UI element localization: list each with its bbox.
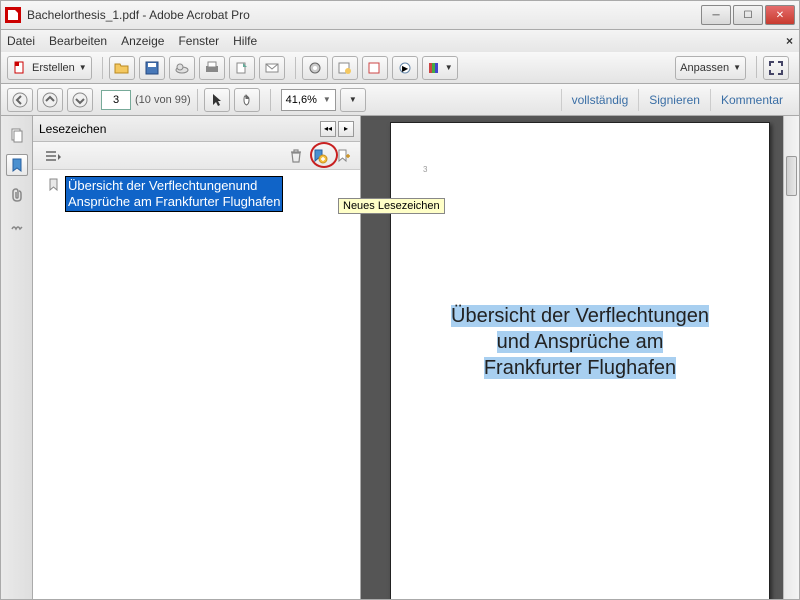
menu-hilfe[interactable]: Hilfe xyxy=(233,34,257,48)
bookmark-list: Neues Lesezeichen Übersicht der Verflech… xyxy=(33,170,360,599)
anpassen-label: Anpassen xyxy=(680,62,729,74)
tool-c-icon: ▶ xyxy=(397,60,413,76)
zoom-extra-button[interactable]: ▼ xyxy=(340,88,366,112)
close-button[interactable]: ✕ xyxy=(765,5,795,25)
share-button[interactable] xyxy=(229,56,255,80)
doc-title-l2: und Ansprüche am xyxy=(497,331,664,353)
printer-icon xyxy=(204,60,220,76)
toolbar-main: Erstellen ▼ ▶ ▼ Anpassen▼ xyxy=(0,52,800,84)
panel-prev-button[interactable]: ◂◂ xyxy=(320,121,336,137)
next-page-button[interactable] xyxy=(67,88,93,112)
share-icon xyxy=(234,60,250,76)
toolbar-nav: (10 von 99) 41,6% ▼ ▼ vollständig Signie… xyxy=(0,84,800,116)
menu-close-icon[interactable]: × xyxy=(786,34,793,48)
svg-text:▶: ▶ xyxy=(402,64,409,73)
create-label: Erstellen xyxy=(32,62,75,74)
anpassen-button[interactable]: Anpassen▼ xyxy=(675,56,746,80)
cloud-icon xyxy=(174,60,190,76)
page-input[interactable] xyxy=(101,90,131,110)
bookmark-extra-button[interactable] xyxy=(334,146,354,166)
cloud-button[interactable] xyxy=(169,56,195,80)
delete-bookmark-button[interactable] xyxy=(286,146,306,166)
menu-datei[interactable]: Datei xyxy=(7,34,35,48)
hand-icon xyxy=(239,92,255,108)
doc-title-l1: Übersicht der Verflechtungen xyxy=(451,305,709,327)
create-icon xyxy=(12,60,28,76)
arrow-down-icon xyxy=(72,92,88,108)
gear-button[interactable] xyxy=(302,56,328,80)
bookmark-text-line1: Übersicht der Verflechtungenund xyxy=(68,178,280,194)
rainbow-icon xyxy=(427,60,443,76)
zoom-value: 41,6% xyxy=(286,94,317,106)
bookmarks-panel: Lesezeichen ◂◂ ▸ Neues Lesezeichen Übers… xyxy=(33,116,361,599)
bookmark-item-icon xyxy=(47,178,61,192)
tool-b-icon xyxy=(367,60,383,76)
first-page-button[interactable] xyxy=(7,88,33,112)
tool-a-icon xyxy=(337,60,353,76)
nav-signatures-icon[interactable] xyxy=(6,214,28,236)
email-button[interactable] xyxy=(259,56,285,80)
nav-bookmarks-icon[interactable] xyxy=(6,154,28,176)
tool-c-button[interactable]: ▶ xyxy=(392,56,418,80)
panel-options-button[interactable] xyxy=(43,146,63,166)
window-title: Bachelorthesis_1.pdf - Adobe Acrobat Pro xyxy=(27,8,699,22)
page-number: 3 xyxy=(423,165,427,174)
kommentar-button[interactable]: Kommentar xyxy=(710,89,793,111)
tool-a-button[interactable] xyxy=(332,56,358,80)
arrow-first-icon xyxy=(12,92,28,108)
expand-icon xyxy=(768,60,784,76)
doc-title-l3: Frankfurter Flughafen xyxy=(484,357,676,379)
bookmark-extra-icon xyxy=(336,148,352,164)
bookmark-add-icon xyxy=(312,148,328,164)
fullscreen-button[interactable] xyxy=(763,56,789,80)
bookmark-edit-field[interactable]: Übersicht der Verflechtungenund Ansprüch… xyxy=(65,176,283,212)
vertical-scrollbar[interactable] xyxy=(783,116,799,599)
panel-header: Lesezeichen ◂◂ ▸ xyxy=(33,116,360,142)
cursor-icon xyxy=(209,92,225,108)
tool-d-button[interactable]: ▼ xyxy=(422,56,458,80)
floppy-icon xyxy=(144,60,160,76)
open-button[interactable] xyxy=(109,56,135,80)
scrollbar-thumb[interactable] xyxy=(786,156,797,196)
app-icon xyxy=(5,7,21,23)
document-page[interactable]: 3 Übersicht der Verflechtungen und Anspr… xyxy=(390,122,770,599)
nav-attachments-icon[interactable] xyxy=(6,184,28,206)
vollstaendig-button[interactable]: vollständig xyxy=(561,89,639,111)
menu-bearbeiten[interactable]: Bearbeiten xyxy=(49,34,107,48)
chevron-down-icon: ▼ xyxy=(323,95,331,104)
folder-open-icon xyxy=(114,60,130,76)
document-area[interactable]: 3 Übersicht der Verflechtungen und Anspr… xyxy=(361,116,799,599)
save-button[interactable] xyxy=(139,56,165,80)
envelope-icon xyxy=(264,60,280,76)
document-title: Übersicht der Verflechtungen und Ansprüc… xyxy=(411,303,749,381)
zoom-combo[interactable]: 41,6% ▼ xyxy=(281,89,336,111)
bookmark-text-line2: Ansprüche am Frankfurter Flughafen xyxy=(68,194,280,210)
maximize-button[interactable]: ☐ xyxy=(733,5,763,25)
gear-icon xyxy=(307,60,323,76)
menu-fenster[interactable]: Fenster xyxy=(178,34,219,48)
create-button[interactable]: Erstellen ▼ xyxy=(7,56,92,80)
panel-title: Lesezeichen xyxy=(39,122,106,136)
new-bookmark-tooltip: Neues Lesezeichen xyxy=(338,198,445,214)
arrow-up-icon xyxy=(42,92,58,108)
hand-tool-button[interactable] xyxy=(234,88,260,112)
page-total-label: (10 von 99) xyxy=(135,94,191,106)
bookmark-item[interactable]: Übersicht der Verflechtungenund Ansprüch… xyxy=(37,174,356,214)
window-titlebar: Bachelorthesis_1.pdf - Adobe Acrobat Pro… xyxy=(0,0,800,30)
signieren-button[interactable]: Signieren xyxy=(638,89,710,111)
nav-strip xyxy=(1,116,33,599)
panel-toolbar xyxy=(33,142,360,170)
trash-icon xyxy=(288,148,304,164)
select-tool-button[interactable] xyxy=(204,88,230,112)
menu-anzeige[interactable]: Anzeige xyxy=(121,34,164,48)
tool-b-button[interactable] xyxy=(362,56,388,80)
new-bookmark-button[interactable] xyxy=(310,146,330,166)
nav-pages-icon[interactable] xyxy=(6,124,28,146)
panel-next-button[interactable]: ▸ xyxy=(338,121,354,137)
menubar: Datei Bearbeiten Anzeige Fenster Hilfe × xyxy=(0,30,800,52)
minimize-button[interactable]: ─ xyxy=(701,5,731,25)
prev-page-button[interactable] xyxy=(37,88,63,112)
print-button[interactable] xyxy=(199,56,225,80)
